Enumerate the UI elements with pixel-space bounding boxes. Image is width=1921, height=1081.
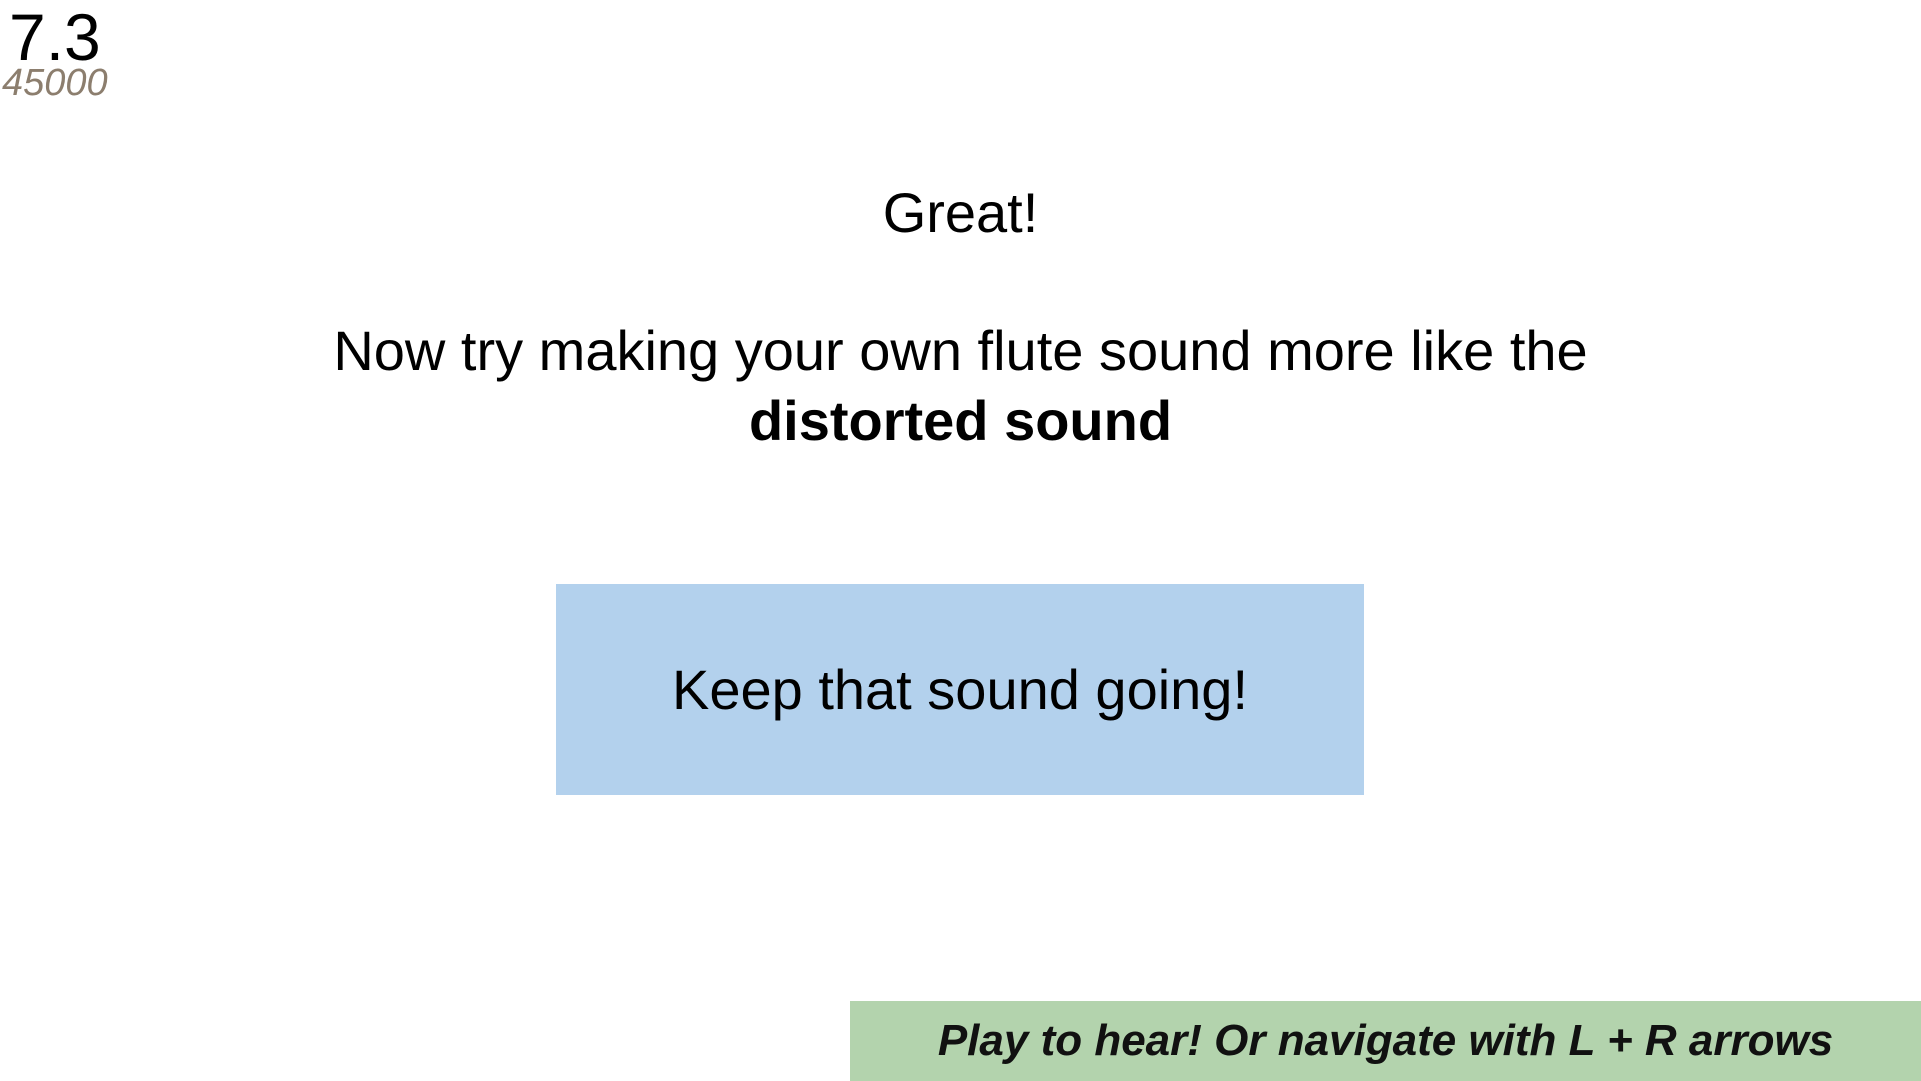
feedback-heading: Great! [882, 181, 1039, 244]
page: 7.3 45000 Great! Now try making your own… [0, 0, 1921, 1081]
navigation-hint-bar[interactable]: Play to hear! Or navigate with L + R arr… [850, 1001, 1921, 1081]
instruction-emphasis: distorted sound [748, 389, 1173, 452]
instruction-text: Now try making your own flute sound more… [0, 316, 1921, 456]
version-number: 7.3 [9, 0, 101, 74]
status-message: Keep that sound going! [671, 658, 1249, 721]
instruction-line: Now try making your own flute sound more… [333, 319, 1588, 382]
sample-counter: 45000 [2, 62, 108, 104]
status-box: Keep that sound going! [556, 584, 1364, 795]
navigation-hint-text: Play to hear! Or navigate with L + R arr… [937, 1016, 1834, 1065]
